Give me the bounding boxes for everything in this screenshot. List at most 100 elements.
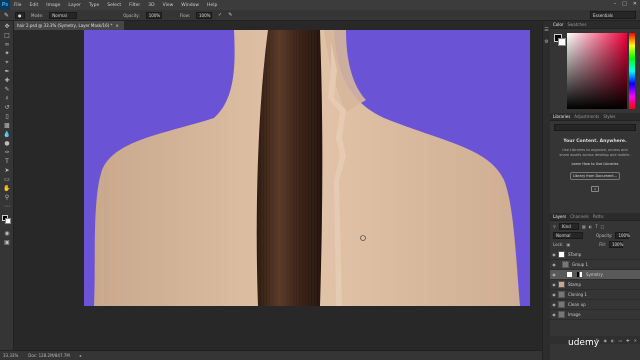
visibility-eye-icon[interactable]: ◉: [550, 262, 558, 267]
libraries-dropdown[interactable]: [554, 124, 636, 131]
mode-select[interactable]: Normal: [49, 11, 78, 19]
hue-slider[interactable]: [629, 33, 635, 109]
airbrush-icon[interactable]: ✓: [218, 12, 222, 18]
crop-tool-icon[interactable]: ⌖: [3, 59, 11, 66]
gradient-tool-icon[interactable]: ▩: [3, 122, 11, 129]
zoom-tool-icon[interactable]: ⚲: [3, 194, 11, 201]
delete-layer-icon[interactable]: ✕: [634, 338, 637, 343]
new-group-icon[interactable]: ▭: [619, 338, 623, 343]
tab-adjustments[interactable]: Adjustments: [574, 114, 599, 119]
properties-panel-icon[interactable]: ⚙: [543, 39, 550, 45]
tab-color[interactable]: Color: [553, 22, 563, 27]
blur-tool-icon[interactable]: 💧: [3, 131, 11, 138]
type-tool-icon[interactable]: T: [3, 158, 11, 165]
visibility-eye-icon[interactable]: ◉: [550, 292, 558, 297]
status-arrow-icon[interactable]: ▸: [80, 353, 82, 358]
minimize-icon[interactable]: –: [614, 1, 617, 7]
brush-tool-icon[interactable]: ✎: [3, 86, 11, 93]
menu-item[interactable]: Select: [103, 3, 125, 8]
libraries-learn-link[interactable]: Learn How to Use Libraries: [550, 162, 640, 166]
new-layer-icon[interactable]: ✚: [626, 338, 629, 343]
menu-item[interactable]: 3D: [144, 3, 158, 8]
visibility-eye-icon[interactable]: ◉: [550, 252, 558, 257]
eyedropper-tool-icon[interactable]: ✒: [3, 68, 11, 75]
menu-item[interactable]: File: [10, 3, 26, 8]
visibility-eye-icon[interactable]: ◉: [550, 302, 558, 307]
quick-mask-icon[interactable]: ◉: [3, 230, 11, 237]
libraries-cc-icon[interactable]: ≡: [591, 186, 599, 192]
add-mask-icon[interactable]: ◉: [604, 338, 608, 343]
layer-opacity-field[interactable]: 100%: [615, 232, 630, 239]
tab-channels[interactable]: Channels: [570, 214, 589, 219]
tab-paths[interactable]: Paths: [593, 214, 604, 219]
move-tool-icon[interactable]: ✥: [3, 23, 11, 30]
filter-type-icon[interactable]: T: [595, 224, 597, 229]
layer-row[interactable]: ◉ Cloning 1: [550, 290, 640, 300]
tab-swatches[interactable]: Swatches: [567, 22, 586, 27]
marquee-tool-icon[interactable]: □: [3, 32, 11, 39]
blend-mode-select[interactable]: Normal: [553, 232, 583, 239]
menu-item[interactable]: Layer: [64, 3, 85, 8]
layer-filter-kind[interactable]: Kind: [558, 223, 579, 230]
pen-tool-icon[interactable]: ✑: [3, 149, 11, 156]
color-field[interactable]: [567, 33, 627, 109]
shape-tool-icon[interactable]: ▭: [3, 176, 11, 183]
tab-libraries[interactable]: Libraries: [553, 114, 570, 119]
menu-item[interactable]: Edit: [26, 3, 43, 8]
filter-pixel-icon[interactable]: ▩: [582, 224, 586, 229]
menu-item[interactable]: Filter: [125, 3, 144, 8]
layer-row[interactable]: ◉ Group 1: [550, 260, 640, 270]
menu-item[interactable]: Image: [42, 3, 64, 8]
tab-layers[interactable]: Layers: [553, 214, 566, 219]
background-color-swatch[interactable]: [5, 218, 11, 224]
screen-mode-icon[interactable]: ▣: [3, 239, 11, 246]
eraser-tool-icon[interactable]: ▯: [3, 113, 11, 120]
lasso-tool-icon[interactable]: ∞: [3, 41, 11, 48]
opacity-field[interactable]: 100%: [145, 11, 162, 19]
document-image[interactable]: [84, 30, 530, 306]
hand-tool-icon[interactable]: ✋: [3, 185, 11, 192]
layer-row[interactable]: ◉ Clean up: [550, 300, 640, 310]
canvas-area[interactable]: [14, 30, 542, 350]
filter-shape-icon[interactable]: □: [601, 224, 605, 229]
close-tab-icon[interactable]: ×: [115, 23, 118, 28]
library-from-document-button[interactable]: Library from Document...: [570, 172, 620, 180]
clone-stamp-tool-icon[interactable]: ♯: [3, 95, 11, 102]
menu-item[interactable]: Help: [203, 3, 221, 8]
workspace-select[interactable]: Essentials: [590, 11, 636, 19]
history-panel-icon[interactable]: ☰: [543, 27, 550, 33]
history-brush-tool-icon[interactable]: ↺: [3, 104, 11, 111]
flow-field[interactable]: 100%: [196, 11, 212, 19]
path-select-tool-icon[interactable]: ➤: [3, 167, 11, 174]
layer-row[interactable]: ◉ Stamp: [550, 280, 640, 290]
lock-icon[interactable]: ▣: [566, 242, 570, 247]
foreground-background-colors[interactable]: [0, 214, 14, 228]
visibility-eye-icon[interactable]: ◉: [550, 312, 558, 317]
brush-tool-icon[interactable]: ✎: [4, 12, 9, 19]
healing-tool-icon[interactable]: ✚: [3, 77, 11, 84]
visibility-eye-icon[interactable]: ◉: [550, 282, 558, 287]
more-tools-icon[interactable]: ⋯: [3, 203, 11, 210]
color-bg-swatch[interactable]: [558, 38, 566, 46]
tab-styles[interactable]: Styles: [603, 114, 615, 119]
menu-item[interactable]: Type: [85, 3, 103, 8]
zoom-level[interactable]: 33.33%: [3, 353, 18, 358]
layer-mask-thumbnail[interactable]: [576, 271, 583, 278]
maximize-icon[interactable]: □: [622, 1, 627, 7]
fill-field[interactable]: 100%: [608, 241, 623, 248]
adjustment-layer-icon[interactable]: ◐: [611, 338, 615, 343]
pressure-icon[interactable]: ✎: [228, 12, 232, 18]
workspace-label: Essentials: [593, 12, 614, 18]
quick-select-tool-icon[interactable]: ✦: [3, 50, 11, 57]
menu-item[interactable]: Window: [177, 3, 203, 8]
menu-item[interactable]: View: [159, 3, 178, 8]
document-tab[interactable]: hair 2.psd @ 33.3% (Symetry, Layer Mask/…: [14, 21, 124, 30]
close-icon[interactable]: ✕: [633, 1, 637, 7]
filter-adjust-icon[interactable]: ◐: [589, 224, 593, 229]
layer-row[interactable]: ◉ STamp: [550, 250, 640, 260]
brush-size-field[interactable]: ●: [15, 11, 26, 19]
visibility-eye-icon[interactable]: ◉: [550, 272, 558, 277]
dodge-tool-icon[interactable]: ●: [3, 140, 11, 147]
layer-row[interactable]: ◉ Image: [550, 310, 640, 320]
layer-row[interactable]: ◉ Symetry: [550, 270, 640, 280]
